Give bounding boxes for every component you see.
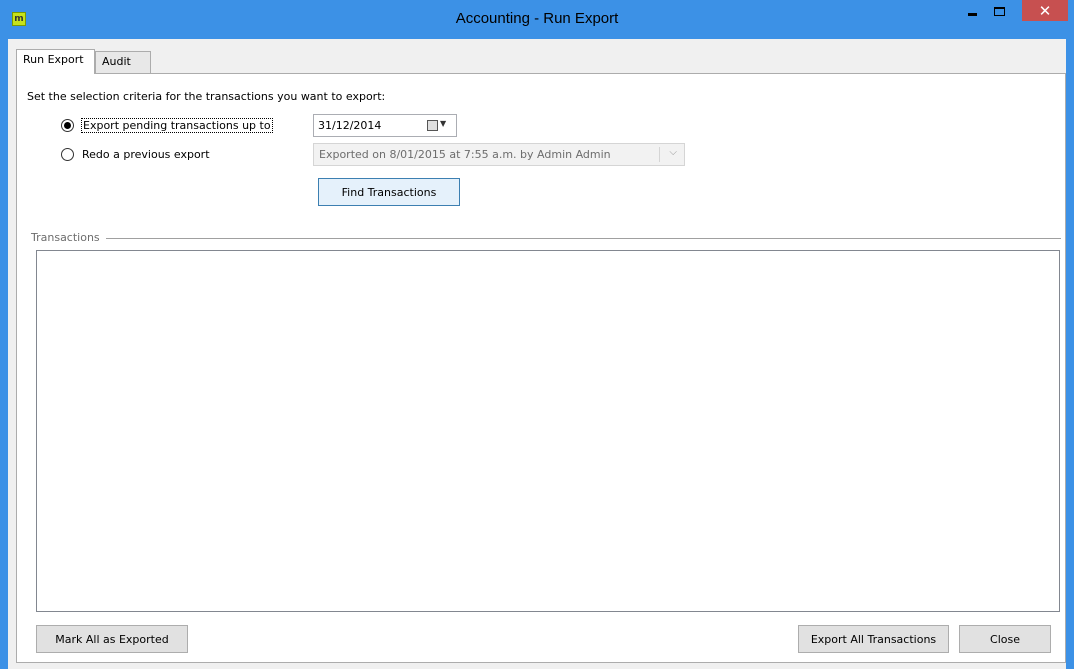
calendar-icon[interactable]	[427, 120, 438, 131]
close-window-button[interactable]: ✕	[1022, 0, 1068, 21]
close-icon: ✕	[1038, 1, 1052, 20]
export-all-transactions-button[interactable]: Export All Transactions	[798, 625, 949, 653]
window: m Accounting - Run Export ✕ Run Export A…	[0, 0, 1074, 669]
export-date-picker[interactable]: 31/12/2014 ▼	[313, 114, 457, 137]
export-date-value[interactable]: 31/12/2014	[318, 119, 381, 132]
maximize-icon	[993, 6, 1005, 16]
option-redo-export[interactable]: Redo a previous export	[61, 148, 211, 161]
transactions-group-divider	[31, 238, 1061, 239]
radio-export-pending[interactable]	[61, 119, 74, 132]
minimize-icon	[967, 12, 977, 16]
previous-export-value: Exported on 8/01/2015 at 7:55 a.m. by Ad…	[319, 148, 611, 161]
close-button[interactable]: Close	[959, 625, 1051, 653]
option-export-pending[interactable]: Export pending transactions up to	[61, 118, 273, 133]
criteria-prompt: Set the selection criteria for the trans…	[27, 90, 386, 103]
run-export-panel: Set the selection criteria for the trans…	[16, 73, 1066, 663]
find-transactions-button[interactable]: Find Transactions	[318, 178, 460, 206]
title-bar[interactable]: m Accounting - Run Export ✕	[0, 0, 1074, 39]
tab-run-export[interactable]: Run Export	[16, 49, 95, 74]
mark-all-exported-button[interactable]: Mark All as Exported	[36, 625, 188, 653]
chevron-down-icon[interactable]: ▼	[440, 119, 446, 128]
transactions-list[interactable]	[36, 250, 1060, 612]
radio-redo-export[interactable]	[61, 148, 74, 161]
chevron-down-icon: ⌵	[669, 147, 677, 158]
previous-export-select: Exported on 8/01/2015 at 7:55 a.m. by Ad…	[313, 143, 685, 166]
minimize-button[interactable]	[958, 0, 986, 22]
maximize-button[interactable]	[985, 0, 1013, 22]
window-title: Accounting - Run Export	[455, 10, 619, 27]
tab-audit[interactable]: Audit	[95, 51, 151, 73]
option-redo-export-label[interactable]: Redo a previous export	[81, 148, 211, 161]
option-export-pending-label[interactable]: Export pending transactions up to	[81, 118, 273, 133]
window-client-area: Run Export Audit Set the selection crite…	[8, 39, 1066, 669]
select-divider	[659, 147, 660, 162]
transactions-group-label: Transactions	[31, 231, 106, 244]
